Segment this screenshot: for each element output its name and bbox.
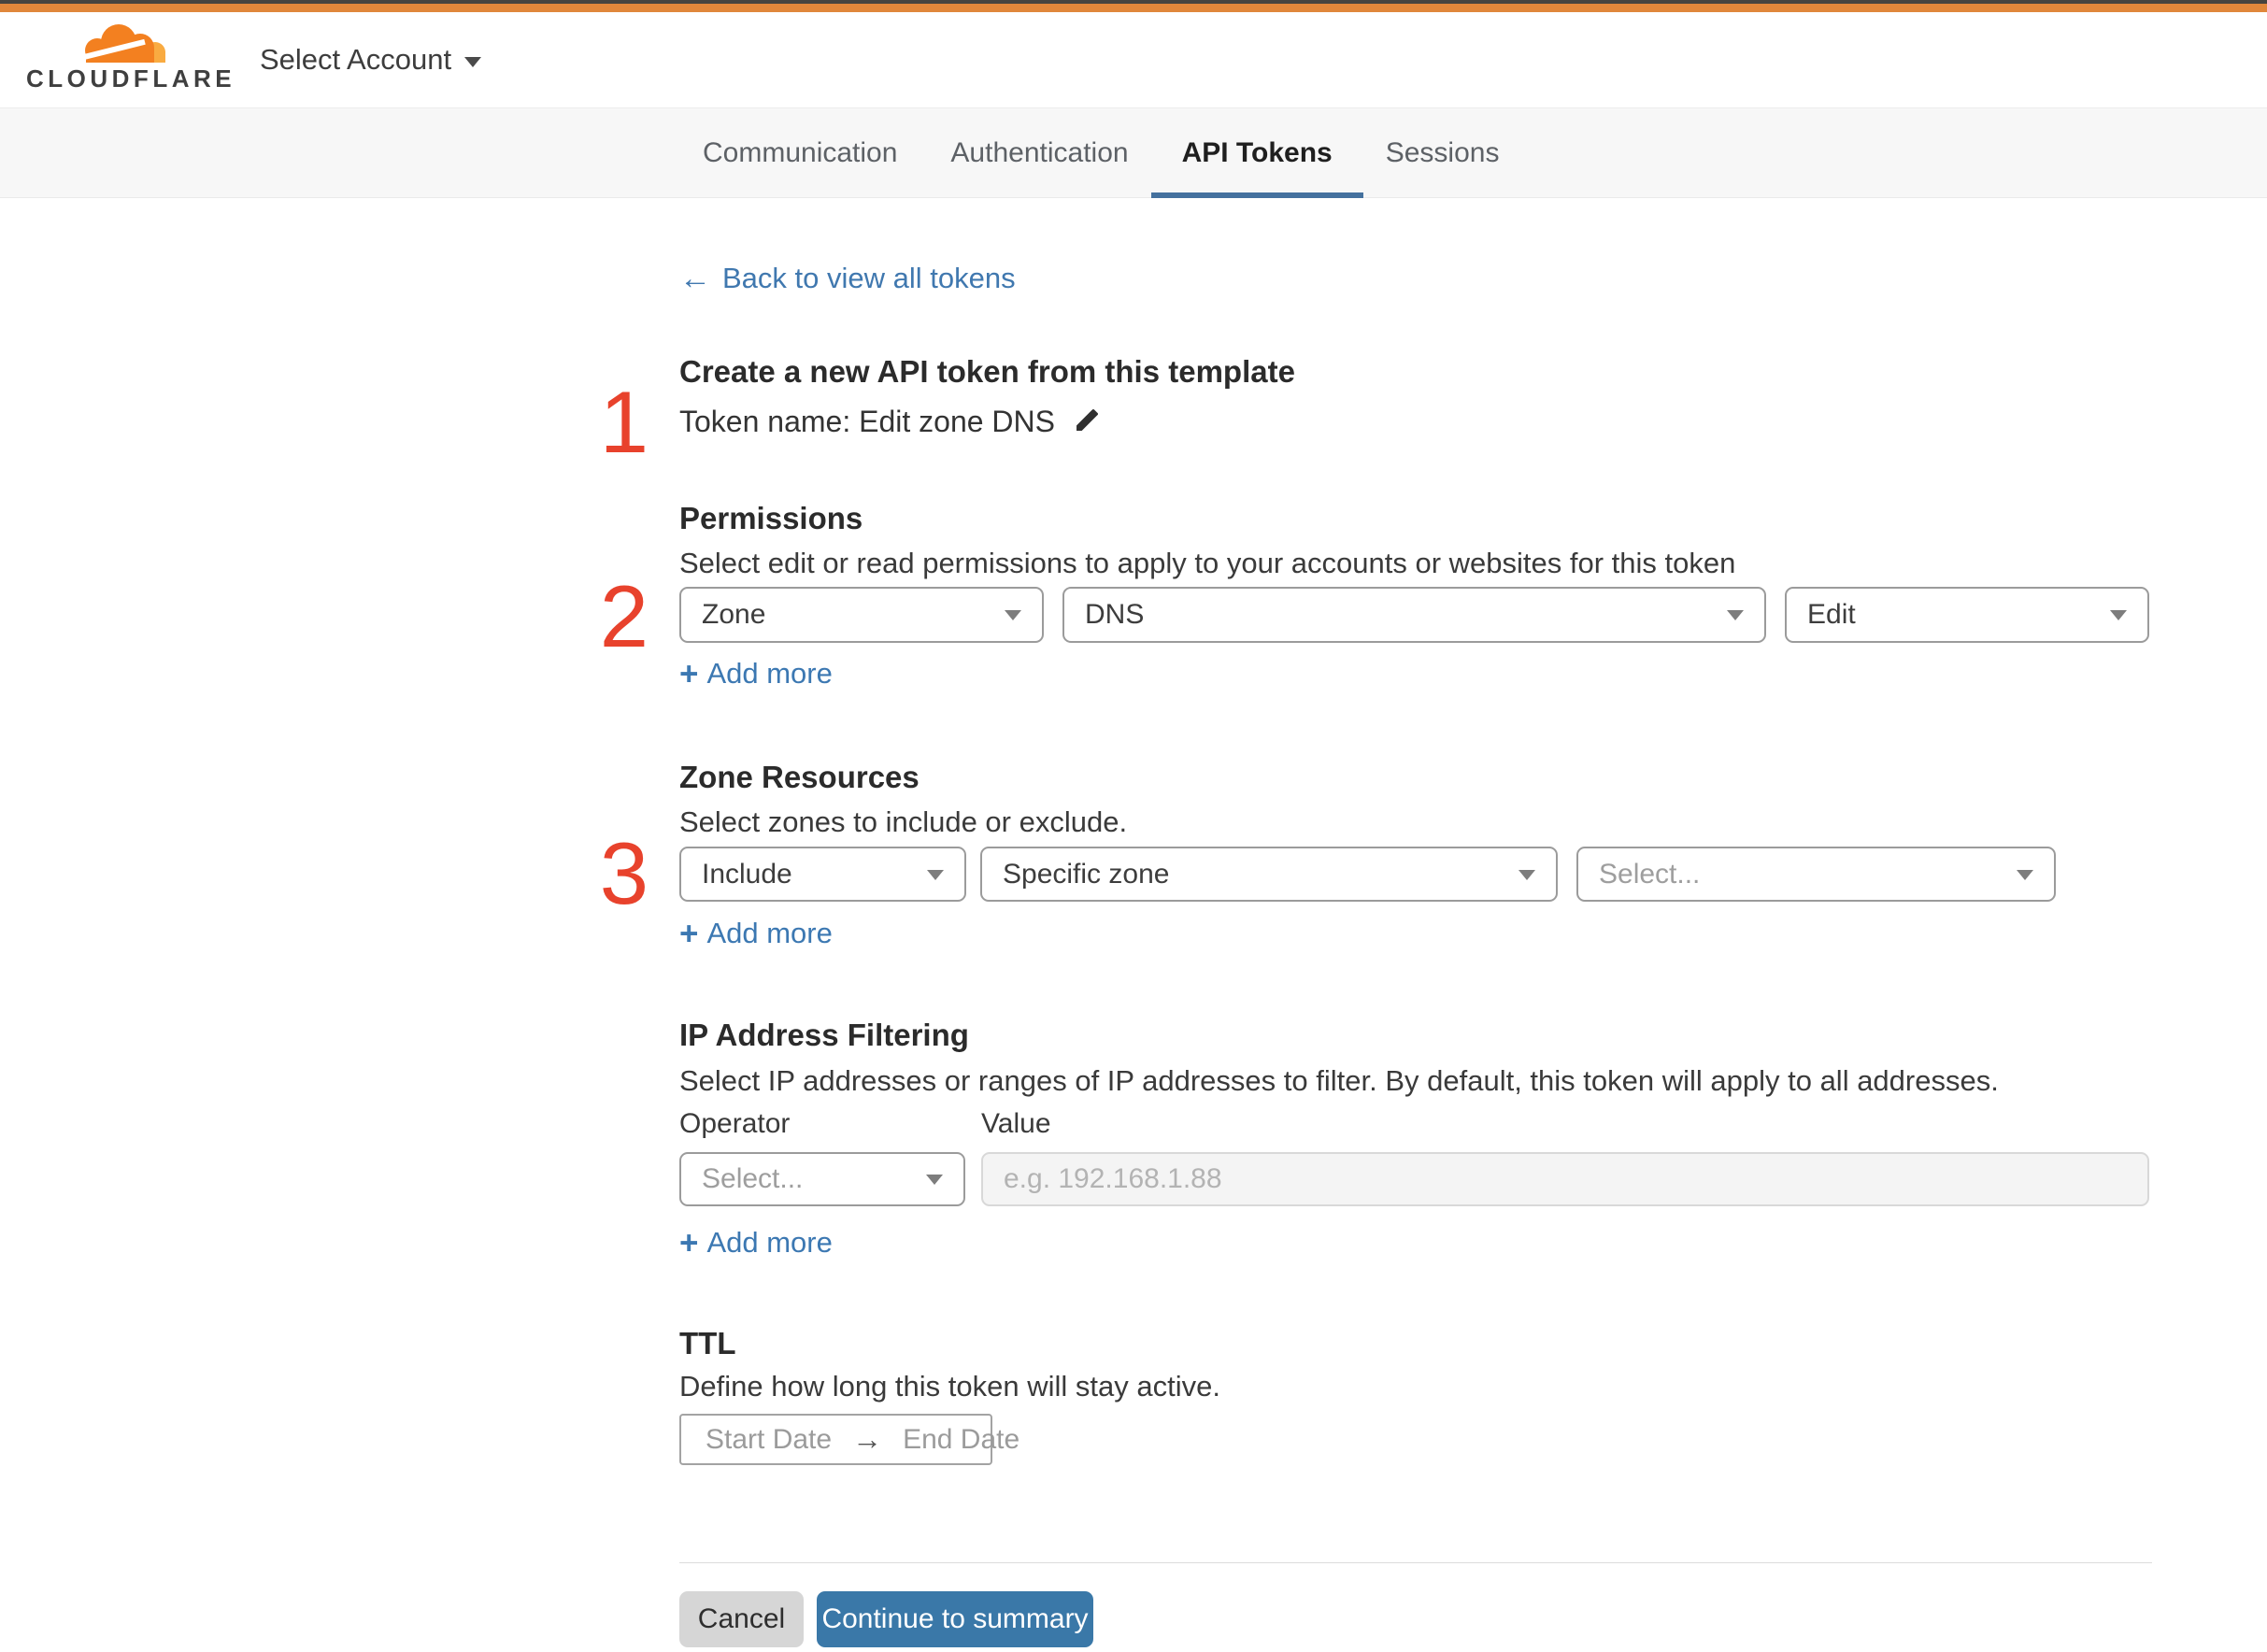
back-arrow-icon: ←: [679, 260, 711, 296]
add-more-label: Add more: [706, 1226, 833, 1259]
header: CLOUDFLARE Select Account: [0, 12, 2267, 107]
permission-group-select[interactable]: DNS: [1062, 587, 1766, 643]
end-date-placeholder: End Date: [903, 1423, 1020, 1455]
date-range-picker[interactable]: Start Date → End Date: [679, 1414, 1019, 1465]
ip-operator-select[interactable]: Select...: [679, 1152, 965, 1206]
value-label: Value: [981, 1108, 1051, 1139]
zone-operator-value: Include: [702, 858, 792, 890]
permissions-add-more-link[interactable]: + Add more: [679, 657, 833, 691]
chevron-down-icon: [2110, 610, 2127, 620]
step-number-3: 3: [599, 824, 649, 922]
back-link-label: Back to view all tokens: [722, 262, 1016, 294]
start-date-placeholder: Start Date: [706, 1423, 833, 1455]
zone-picker-placeholder: Select...: [1599, 858, 1701, 890]
permission-scope-value: Zone: [702, 599, 766, 630]
add-more-label: Add more: [706, 657, 833, 690]
page-title: Create a new API token from this templat…: [679, 354, 1295, 389]
arrow-right-icon: →: [852, 1422, 883, 1456]
chevron-down-icon: [1727, 610, 1744, 620]
permission-group-value: DNS: [1085, 599, 1145, 630]
tab-authentication[interactable]: Authentication: [950, 108, 1128, 198]
token-name-text: Token name: Edit zone DNS: [679, 405, 1055, 438]
brand-accent-bar: [0, 4, 2267, 12]
cloudflare-dashboard: CLOUDFLARE Select Account Communication …: [0, 0, 2267, 1652]
zone-resources-add-more-link[interactable]: + Add more: [679, 917, 833, 950]
permission-access-select[interactable]: Edit: [1785, 587, 2149, 643]
back-to-tokens-link[interactable]: ← Back to view all tokens: [679, 262, 1016, 295]
zone-resources-title: Zone Resources: [679, 760, 920, 794]
zone-resources-description: Select zones to include or exclude.: [679, 805, 1128, 838]
account-selector[interactable]: Select Account: [260, 12, 482, 107]
operator-label: Operator: [679, 1108, 791, 1139]
zone-type-select[interactable]: Specific zone: [980, 847, 1558, 902]
tab-sessions[interactable]: Sessions: [1386, 108, 1500, 198]
edit-pencil-icon[interactable]: [1070, 404, 1104, 437]
ttl-description: Define how long this token will stay act…: [679, 1370, 1220, 1403]
step-number-2: 2: [599, 567, 649, 665]
zone-operator-select[interactable]: Include: [679, 847, 966, 902]
cancel-button[interactable]: Cancel: [679, 1591, 804, 1647]
chevron-down-icon: [2017, 869, 2033, 880]
ip-filtering-description: Select IP addresses or ranges of IP addr…: [679, 1064, 1999, 1097]
permissions-description: Select edit or read permissions to apply…: [679, 547, 1736, 579]
account-selector-label: Select Account: [260, 43, 452, 76]
zone-type-value: Specific zone: [1003, 858, 1170, 890]
ip-value-input[interactable]: [981, 1152, 2149, 1206]
footer-divider: [679, 1562, 2152, 1563]
tab-communication[interactable]: Communication: [703, 108, 897, 198]
permission-access-value: Edit: [1807, 599, 1856, 630]
ttl-title: TTL: [679, 1326, 736, 1360]
plus-icon: +: [679, 655, 699, 692]
zone-picker-select[interactable]: Select...: [1576, 847, 2056, 902]
chevron-down-icon: [926, 1175, 943, 1185]
cloudflare-logo[interactable]: CLOUDFLARE: [26, 20, 236, 93]
tab-api-tokens[interactable]: API Tokens: [1150, 108, 1363, 198]
continue-to-summary-button[interactable]: Continue to summary: [817, 1591, 1093, 1647]
plus-icon: +: [679, 915, 699, 952]
ip-filtering-add-more-link[interactable]: + Add more: [679, 1226, 833, 1260]
ip-filtering-title: IP Address Filtering: [679, 1018, 969, 1052]
chevron-down-icon: [927, 869, 944, 880]
permissions-title: Permissions: [679, 501, 863, 535]
plus-icon: +: [679, 1224, 699, 1261]
add-more-label: Add more: [706, 917, 833, 949]
brand-wordmark: CLOUDFLARE: [26, 64, 236, 93]
chevron-down-icon: [1005, 610, 1021, 620]
chevron-down-icon: [464, 56, 482, 67]
chevron-down-icon: [1518, 869, 1535, 880]
ip-operator-placeholder: Select...: [702, 1163, 804, 1194]
tab-bar: Communication Authentication API Tokens …: [0, 107, 2267, 198]
tab-list: Communication Authentication API Tokens …: [703, 108, 1499, 198]
token-name-line: Token name: Edit zone DNS: [679, 405, 1104, 439]
step-number-1: 1: [599, 373, 649, 471]
permission-scope-select[interactable]: Zone: [679, 587, 1044, 643]
cloudflare-cloud-icon: [80, 20, 170, 63]
